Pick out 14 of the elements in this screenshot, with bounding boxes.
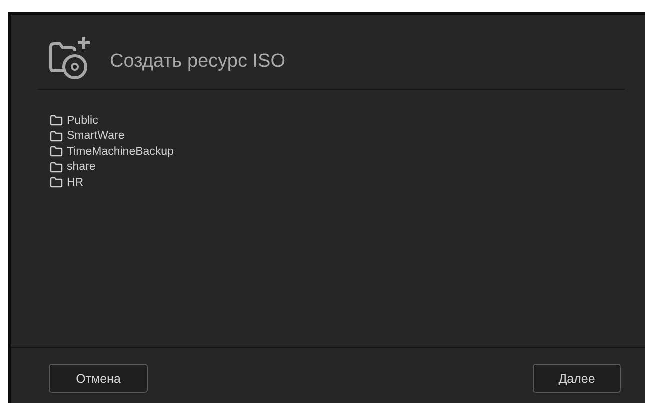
dialog-title: Создать ресурс ISO xyxy=(110,51,286,73)
folder-name[interactable]: Public xyxy=(67,114,98,127)
folder-icon xyxy=(50,177,63,188)
folder-icon xyxy=(50,146,63,158)
folder-name[interactable]: SmartWare xyxy=(67,130,125,142)
folder-icon xyxy=(50,130,63,142)
folder-disc-plus-icon xyxy=(48,35,92,81)
folder-name[interactable]: HR xyxy=(67,176,84,189)
folder-name[interactable]: TimeMachineBackup xyxy=(67,146,174,158)
cancel-button[interactable]: Отмена xyxy=(49,364,148,393)
next-button[interactable]: Далее xyxy=(533,364,621,393)
folder-name[interactable]: share xyxy=(67,161,96,174)
folder-icon xyxy=(50,115,63,126)
folder-icon xyxy=(50,162,63,173)
